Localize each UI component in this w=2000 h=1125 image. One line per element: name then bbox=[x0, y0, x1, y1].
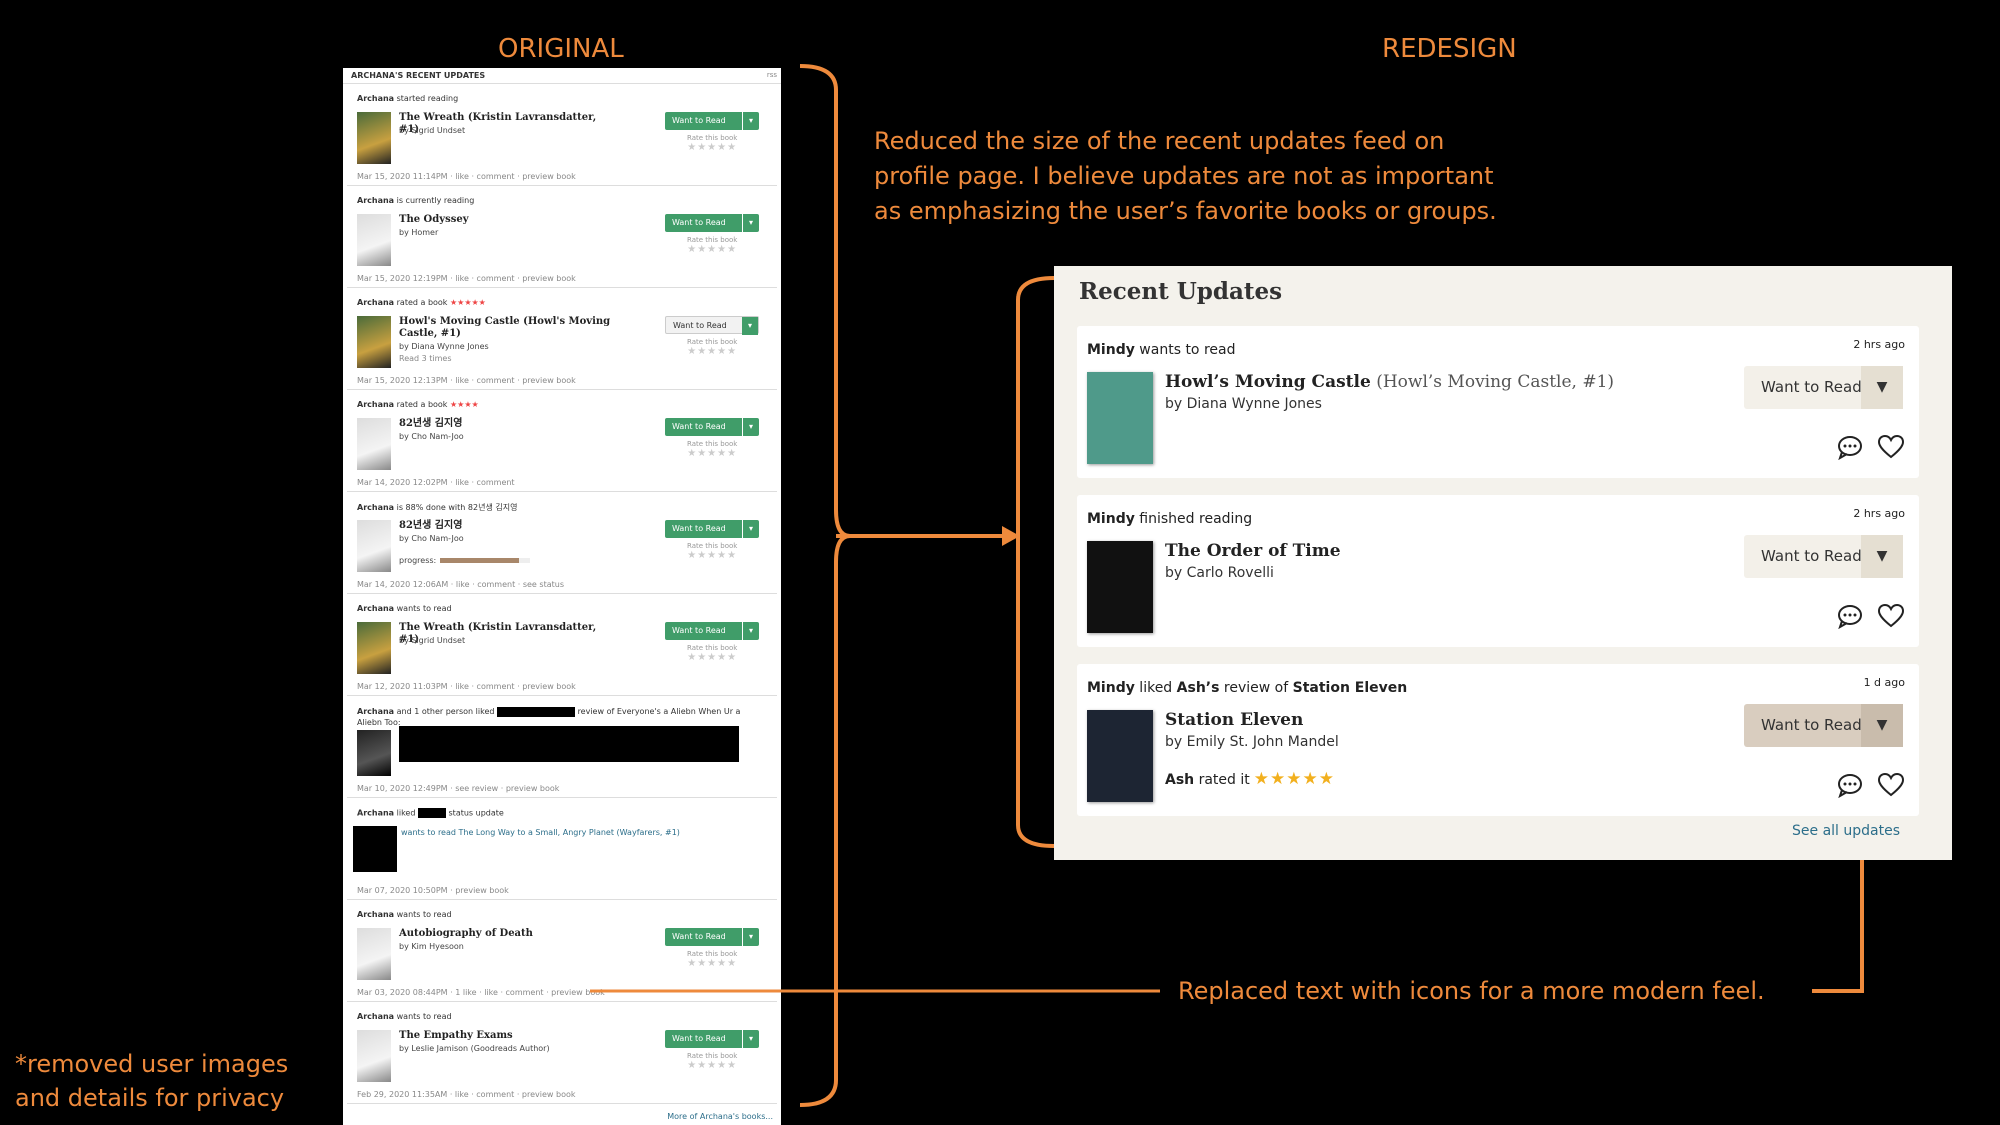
size-note: Reduced the size of the recent updates f… bbox=[874, 127, 1497, 225]
update-card: Mindy finished reading 2 hrs ago The Ord… bbox=[1077, 495, 1919, 647]
heart-icon[interactable] bbox=[1877, 434, 1905, 460]
recent-updates-title: Recent Updates bbox=[1079, 278, 1283, 305]
update-action: finished reading bbox=[1134, 511, 1253, 527]
rating-stars: ★★★★★ bbox=[1253, 769, 1335, 789]
chevron-down-icon[interactable]: ▼ bbox=[1861, 704, 1903, 747]
chevron-down-icon[interactable]: ▼ bbox=[1861, 535, 1903, 578]
heart-icon[interactable] bbox=[1877, 603, 1905, 629]
update-time: 2 hrs ago bbox=[1853, 507, 1905, 520]
book-author[interactable]: by Carlo Rovelli bbox=[1165, 565, 1274, 581]
chevron-down-icon[interactable]: ▼ bbox=[1861, 366, 1903, 409]
comment-icon[interactable] bbox=[1836, 772, 1864, 799]
update-action: wants to read bbox=[1134, 342, 1236, 358]
heart-icon[interactable] bbox=[1877, 772, 1905, 798]
update-time: 2 hrs ago bbox=[1853, 338, 1905, 351]
icons-note: Replaced text with icons for a more mode… bbox=[1178, 977, 1765, 1005]
book-cover[interactable] bbox=[1087, 541, 1153, 633]
update-time: 1 d ago bbox=[1863, 676, 1905, 689]
update-user[interactable]: Mindy bbox=[1087, 342, 1135, 358]
update-card: Mindy wants to read 2 hrs ago Howl’s Mov… bbox=[1077, 326, 1919, 478]
comment-icon[interactable] bbox=[1836, 603, 1864, 630]
want-to-read-button[interactable]: Want to Read ▼ bbox=[1744, 535, 1903, 578]
privacy-note: *removed user images and details for pri… bbox=[15, 1050, 289, 1112]
update-user[interactable]: Mindy bbox=[1087, 511, 1135, 527]
update-action-detail: review of bbox=[1219, 680, 1293, 696]
book-title[interactable]: Howl’s Moving Castle (Howl’s Moving Cast… bbox=[1165, 372, 1614, 392]
book-reference[interactable]: Station Eleven bbox=[1293, 680, 1408, 696]
redesign-feed-panel: Recent Updates Mindy wants to read 2 hrs… bbox=[1054, 266, 1952, 860]
update-card: Mindy liked Ash’s review of Station Elev… bbox=[1077, 664, 1919, 816]
book-cover[interactable] bbox=[1087, 710, 1153, 802]
review-author[interactable]: Ash’s bbox=[1177, 680, 1220, 696]
see-all-updates-link[interactable]: See all updates bbox=[1792, 823, 1900, 839]
comment-icon[interactable] bbox=[1836, 434, 1864, 461]
update-action: liked bbox=[1134, 680, 1177, 696]
update-user[interactable]: Mindy bbox=[1087, 680, 1135, 696]
book-title[interactable]: Station Eleven bbox=[1165, 710, 1303, 730]
want-to-read-button[interactable]: Want to Read ▼ bbox=[1744, 704, 1903, 747]
review-rating: Ash rated it ★★★★★ bbox=[1165, 769, 1335, 789]
book-author[interactable]: by Diana Wynne Jones bbox=[1165, 396, 1322, 412]
want-to-read-button[interactable]: Want to Read ▼ bbox=[1744, 366, 1903, 409]
book-cover[interactable] bbox=[1087, 372, 1153, 464]
book-author[interactable]: by Emily St. John Mandel bbox=[1165, 734, 1339, 750]
book-title[interactable]: The Order of Time bbox=[1165, 541, 1341, 561]
